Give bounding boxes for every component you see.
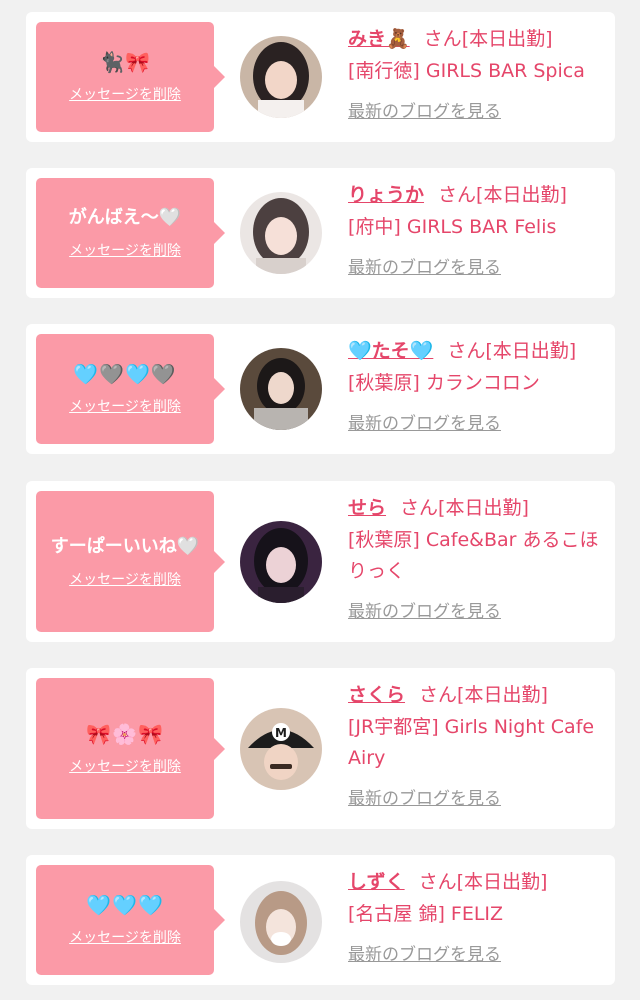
honorific-label: さん — [447, 340, 486, 362]
cast-info: さくら さん[本日出勤] [JR宇都宮] Girls Night Cafe Air… — [348, 680, 610, 809]
message-bubble: がんばえ〜🤍 メッセージを削除 — [36, 178, 225, 288]
shop-name: [府中] GIRLS BAR Felis — [348, 216, 557, 238]
status-badge: [本日出勤] — [456, 871, 548, 893]
message-card: がんばえ〜🤍 メッセージを削除 りょうか さん[本日出勤] [府中] GIRLS … — [26, 168, 615, 298]
cast-name-link[interactable]: せら — [348, 497, 386, 519]
message-card: 🐈‍⬛🎀 メッセージを削除 みき🧸 さん[本日出勤] [南行徳] GIRLS BA… — [26, 12, 615, 142]
cast-name-link[interactable]: みき🧸 — [348, 28, 410, 50]
status-badge: [本日出勤] — [461, 28, 553, 50]
shop-name: [秋葉原] Cafe&Bar あるこほりっく — [348, 529, 599, 582]
status-badge: [本日出勤] — [438, 497, 529, 519]
message-bubble: 🩵🩶🩵🩶 メッセージを削除 — [36, 334, 225, 444]
honorific-label: さん — [418, 871, 457, 893]
avatar[interactable] — [240, 192, 322, 274]
avatar[interactable] — [240, 881, 322, 963]
message-card: すーぱーいいね🤍 メッセージを削除 せら さん[本日出勤] [秋葉原] Cafe&… — [26, 481, 615, 642]
latest-blog-link[interactable]: 最新のブログを見る — [348, 97, 501, 122]
message-text: 🎀🌸🎀 — [86, 721, 164, 746]
delete-message-link[interactable]: メッセージを削除 — [69, 240, 181, 260]
avatar[interactable] — [240, 521, 322, 603]
shop-name: [名古屋 錦] FELIZ — [348, 903, 504, 925]
honorific-label: さん — [419, 684, 458, 706]
status-badge: [本日出勤] — [476, 184, 567, 206]
message-text: すーぱーいいね🤍 — [50, 535, 200, 557]
message-text: 🐈‍⬛🎀 — [99, 50, 151, 74]
message-bubble: 🎀🌸🎀 メッセージを削除 — [36, 678, 225, 819]
message-text: 🩵🩶🩵🩶 — [73, 362, 177, 386]
cast-info: りょうか さん[本日出勤] [府中] GIRLS BAR Felis 最新のブログ… — [348, 180, 610, 278]
cast-name-link[interactable]: りょうか — [348, 184, 424, 206]
avatar[interactable]: M — [240, 708, 322, 790]
delete-message-link[interactable]: メッセージを削除 — [69, 927, 181, 947]
cast-info: みき🧸 さん[本日出勤] [南行徳] GIRLS BAR Spica 最新のブログ… — [348, 24, 610, 122]
avatar[interactable] — [240, 36, 322, 118]
cast-name-link[interactable]: しずく — [348, 871, 405, 893]
latest-blog-link[interactable]: 最新のブログを見る — [348, 940, 501, 965]
shop-name: [JR宇都宮] Girls Night Cafe Airy — [348, 716, 595, 769]
latest-blog-link[interactable]: 最新のブログを見る — [348, 784, 501, 809]
message-card: 🩵🩶🩵🩶 メッセージを削除 🩵たそ🩵 さん[本日出勤] [秋葉原] カランコロン … — [26, 324, 615, 454]
cast-name-link[interactable]: 🩵たそ🩵 — [348, 340, 433, 362]
latest-blog-link[interactable]: 最新のブログを見る — [348, 409, 501, 434]
cast-info: せら さん[本日出勤] [秋葉原] Cafe&Bar あるこほりっく 最新のブログ… — [348, 493, 610, 622]
cast-name-link[interactable]: さくら — [348, 684, 405, 706]
delete-message-link[interactable]: メッセージを削除 — [69, 756, 181, 776]
latest-blog-link[interactable]: 最新のブログを見る — [348, 253, 501, 278]
message-card: 🎀🌸🎀 メッセージを削除 M さくら さん[本日出勤] [JR宇都宮] Girls… — [26, 668, 615, 829]
message-bubble: すーぱーいいね🤍 メッセージを削除 — [36, 491, 225, 632]
shop-name: [南行徳] GIRLS BAR Spica — [348, 60, 585, 82]
honorific-label: さん — [423, 28, 462, 50]
message-bubble: 🩵🩵🩵 メッセージを削除 — [36, 865, 225, 975]
cast-info: 🩵たそ🩵 さん[本日出勤] [秋葉原] カランコロン 最新のブログを見る — [348, 336, 610, 434]
svg-text:M: M — [275, 726, 287, 740]
cast-info: しずく さん[本日出勤] [名古屋 錦] FELIZ 最新のブログを見る — [348, 867, 610, 965]
message-card: 🩵🩵🩵 メッセージを削除 しずく さん[本日出勤] [名古屋 錦] FELIZ 最… — [26, 855, 615, 985]
honorific-label: さん — [438, 184, 477, 206]
delete-message-link[interactable]: メッセージを削除 — [69, 84, 181, 104]
message-bubble: 🐈‍⬛🎀 メッセージを削除 — [36, 22, 225, 132]
latest-blog-link[interactable]: 最新のブログを見る — [348, 597, 501, 622]
message-feed: 🐈‍⬛🎀 メッセージを削除 みき🧸 さん[本日出勤] [南行徳] GIRLS BA… — [0, 0, 640, 1000]
status-badge: [本日出勤] — [457, 684, 548, 706]
avatar[interactable] — [240, 348, 322, 430]
message-text: 🩵🩵🩵 — [86, 893, 164, 917]
shop-name: [秋葉原] カランコロン — [348, 372, 540, 394]
status-badge: [本日出勤] — [485, 340, 577, 362]
message-text: がんばえ〜🤍 — [68, 207, 182, 228]
delete-message-link[interactable]: メッセージを削除 — [69, 396, 181, 416]
honorific-label: さん — [400, 497, 439, 519]
delete-message-link[interactable]: メッセージを削除 — [69, 569, 181, 589]
